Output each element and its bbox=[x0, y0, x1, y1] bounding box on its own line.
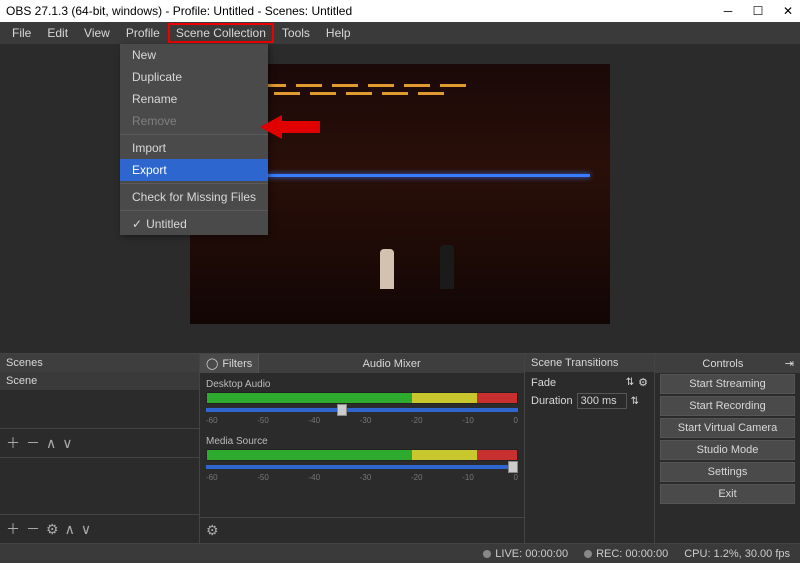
add-scene-icon[interactable]: ＋ bbox=[6, 433, 20, 453]
volume-slider[interactable] bbox=[206, 465, 518, 469]
menu-help[interactable]: Help bbox=[318, 23, 359, 43]
source-down-icon[interactable]: ∨ bbox=[81, 521, 91, 538]
menu-edit[interactable]: Edit bbox=[39, 23, 76, 43]
status-rec: REC: 00:00:00 bbox=[584, 548, 668, 560]
filters-button[interactable]: ◯ Filters bbox=[200, 354, 259, 373]
controls-panel: Controls ⇥ Start Streaming Start Recordi… bbox=[655, 354, 800, 543]
start-virtual-camera-button[interactable]: Start Virtual Camera bbox=[660, 418, 795, 438]
dd-new[interactable]: New bbox=[120, 44, 268, 66]
duration-label: Duration bbox=[531, 395, 573, 407]
sources-toolbar: ＋ － ⚙ ∧ ∨ bbox=[0, 514, 199, 543]
bottom-panels: Scenes Scene ＋ － ∧ ∨ ＋ － ⚙ ∧ ∨ ◯ Filters… bbox=[0, 353, 800, 543]
track-name: Desktop Audio bbox=[206, 379, 518, 390]
dd-check-missing[interactable]: Check for Missing Files bbox=[120, 186, 268, 208]
menu-scene-collection[interactable]: Scene Collection bbox=[168, 23, 274, 43]
mixer-title: Audio Mixer bbox=[259, 355, 524, 373]
filters-label: Filters bbox=[222, 358, 252, 370]
transition-type[interactable]: Fade bbox=[531, 377, 622, 389]
status-live: LIVE: 00:00:00 bbox=[483, 548, 568, 560]
source-up-icon[interactable]: ∧ bbox=[65, 521, 75, 538]
dd-remove: Remove bbox=[120, 110, 268, 132]
dd-export[interactable]: Export bbox=[120, 159, 268, 181]
performer-1 bbox=[380, 249, 394, 289]
controls-header-label: Controls bbox=[661, 358, 785, 370]
start-streaming-button[interactable]: Start Streaming bbox=[660, 374, 795, 394]
vu-meter bbox=[206, 449, 518, 461]
transitions-body: Fade ⇅ ⚙ Duration ⇅ bbox=[525, 372, 654, 543]
scene-down-icon[interactable]: ∨ bbox=[62, 435, 72, 452]
menu-view[interactable]: View bbox=[76, 23, 118, 43]
db-ticks: -60-50-40-30-20-100 bbox=[206, 473, 518, 481]
duration-input[interactable] bbox=[577, 393, 627, 409]
start-recording-button[interactable]: Start Recording bbox=[660, 396, 795, 416]
dd-separator bbox=[120, 183, 268, 184]
mixer-body: Desktop Audio -60-50-40-30-20-100 Media … bbox=[200, 373, 524, 517]
menu-file[interactable]: File bbox=[4, 23, 39, 43]
scene-item[interactable]: Scene bbox=[0, 372, 199, 390]
menu-tools[interactable]: Tools bbox=[274, 23, 318, 43]
transitions-panel: Scene Transitions Fade ⇅ ⚙ Duration ⇅ bbox=[525, 354, 655, 543]
transition-spinner-icon[interactable]: ⇅ bbox=[626, 377, 634, 388]
mixer-header: ◯ Filters Audio Mixer bbox=[200, 354, 524, 373]
controls-expand-icon[interactable]: ⇥ bbox=[785, 357, 794, 370]
settings-button[interactable]: Settings bbox=[660, 462, 795, 482]
scenes-list[interactable]: Scene bbox=[0, 372, 199, 428]
track-name: Media Source bbox=[206, 436, 518, 447]
vu-meter bbox=[206, 392, 518, 404]
audio-mixer-panel: ◯ Filters Audio Mixer Desktop Audio -60-… bbox=[200, 354, 525, 543]
scenes-toolbar: ＋ － ∧ ∨ bbox=[0, 428, 199, 457]
maximize-icon[interactable]: ☐ bbox=[752, 5, 764, 17]
dd-separator bbox=[120, 134, 268, 135]
dd-separator bbox=[120, 210, 268, 211]
db-ticks: -60-50-40-30-20-100 bbox=[206, 416, 518, 424]
transitions-header: Scene Transitions bbox=[525, 354, 654, 372]
mixer-gear-icon[interactable]: ⚙ bbox=[206, 522, 219, 539]
live-text: LIVE: 00:00:00 bbox=[495, 548, 568, 560]
scene-collection-dropdown: New Duplicate Rename Remove Import Expor… bbox=[120, 44, 268, 235]
sources-area bbox=[0, 457, 199, 514]
controls-header: Controls ⇥ bbox=[655, 354, 800, 373]
rec-text: REC: 00:00:00 bbox=[596, 548, 668, 560]
track-desktop-audio: Desktop Audio -60-50-40-30-20-100 bbox=[206, 379, 518, 424]
filters-icon: ◯ bbox=[206, 357, 218, 370]
slider-thumb[interactable] bbox=[337, 404, 347, 416]
source-gear-icon[interactable]: ⚙ bbox=[46, 521, 59, 538]
close-icon[interactable]: ✕ bbox=[782, 5, 794, 17]
slider-thumb[interactable] bbox=[508, 461, 518, 473]
duration-spinner-icon[interactable]: ⇅ bbox=[631, 396, 639, 407]
dd-duplicate[interactable]: Duplicate bbox=[120, 66, 268, 88]
scenes-panel: Scenes Scene ＋ － ∧ ∨ ＋ － ⚙ ∧ ∨ bbox=[0, 354, 200, 543]
transitions-header-label: Scene Transitions bbox=[531, 357, 618, 369]
rec-dot-icon bbox=[584, 550, 592, 558]
scene-up-icon[interactable]: ∧ bbox=[46, 435, 56, 452]
window-buttons: ─ ☐ ✕ bbox=[722, 5, 794, 17]
check-icon: ✓ bbox=[132, 217, 142, 231]
mixer-toolbar: ⚙ bbox=[200, 517, 524, 543]
transition-gear-icon[interactable]: ⚙ bbox=[638, 376, 648, 389]
blue-light-strip bbox=[260, 174, 590, 177]
live-dot-icon bbox=[483, 550, 491, 558]
annotation-arrow bbox=[260, 112, 320, 145]
volume-slider[interactable] bbox=[206, 408, 518, 412]
window-title: OBS 27.1.3 (64-bit, windows) - Profile: … bbox=[6, 4, 352, 18]
dd-untitled-label: Untitled bbox=[146, 217, 187, 231]
remove-scene-icon[interactable]: － bbox=[26, 433, 40, 453]
status-cpu: CPU: 1.2%, 30.00 fps bbox=[684, 548, 790, 560]
studio-mode-button[interactable]: Studio Mode bbox=[660, 440, 795, 460]
add-source-icon[interactable]: ＋ bbox=[6, 519, 20, 539]
statusbar: LIVE: 00:00:00 REC: 00:00:00 CPU: 1.2%, … bbox=[0, 543, 800, 563]
cpu-text: CPU: 1.2%, 30.00 fps bbox=[684, 548, 790, 560]
menu-profile[interactable]: Profile bbox=[118, 23, 168, 43]
track-media-source: Media Source -60-50-40-30-20-100 bbox=[206, 436, 518, 481]
remove-source-icon[interactable]: － bbox=[26, 519, 40, 539]
exit-button[interactable]: Exit bbox=[660, 484, 795, 504]
minimize-icon[interactable]: ─ bbox=[722, 5, 734, 17]
titlebar: OBS 27.1.3 (64-bit, windows) - Profile: … bbox=[0, 0, 800, 22]
performer-2 bbox=[440, 245, 454, 289]
menubar: File Edit View Profile Scene Collection … bbox=[0, 22, 800, 44]
scenes-header: Scenes bbox=[0, 354, 199, 372]
dd-import[interactable]: Import bbox=[120, 137, 268, 159]
dd-untitled[interactable]: ✓ Untitled bbox=[120, 213, 268, 235]
dd-rename[interactable]: Rename bbox=[120, 88, 268, 110]
